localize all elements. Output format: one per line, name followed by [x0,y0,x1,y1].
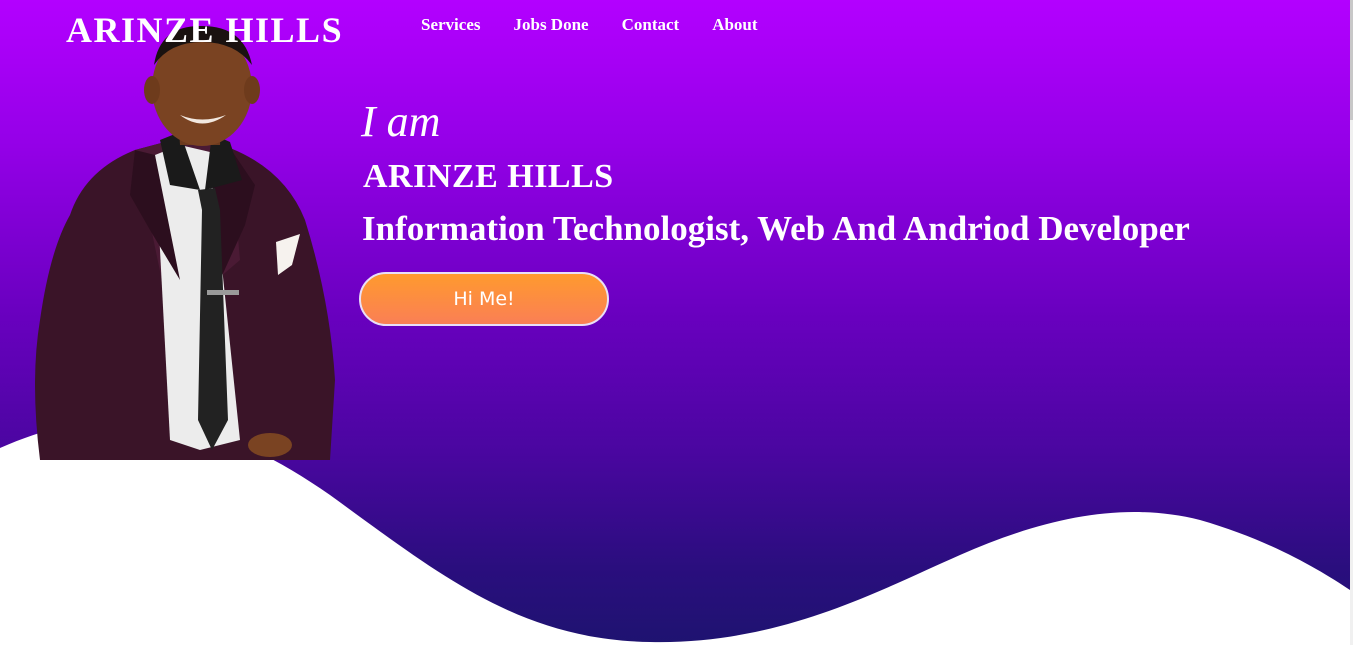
nav-link-contact[interactable]: Contact [622,15,680,35]
hero-name: ARINZE HILLS [363,158,614,195]
profile-photo [35,25,335,460]
nav-link-about[interactable]: About [712,15,757,35]
main-nav: Services Jobs Done Contact About [421,15,758,35]
nav-link-services[interactable]: Services [421,15,480,35]
hero-text: I am ARINZE HILLS Information Technologi… [361,96,1190,250]
hi-me-button[interactable]: Hi Me! [359,272,609,326]
hero-role: Information Technologist, Web And Andrio… [362,209,1190,248]
nav-link-jobs-done[interactable]: Jobs Done [513,15,588,35]
site-logo[interactable]: ARINZE HILLS [66,9,343,51]
hero-intro: I am [361,97,441,146]
page: ARINZE HILLS Services Jobs Done Contact … [0,0,1353,645]
